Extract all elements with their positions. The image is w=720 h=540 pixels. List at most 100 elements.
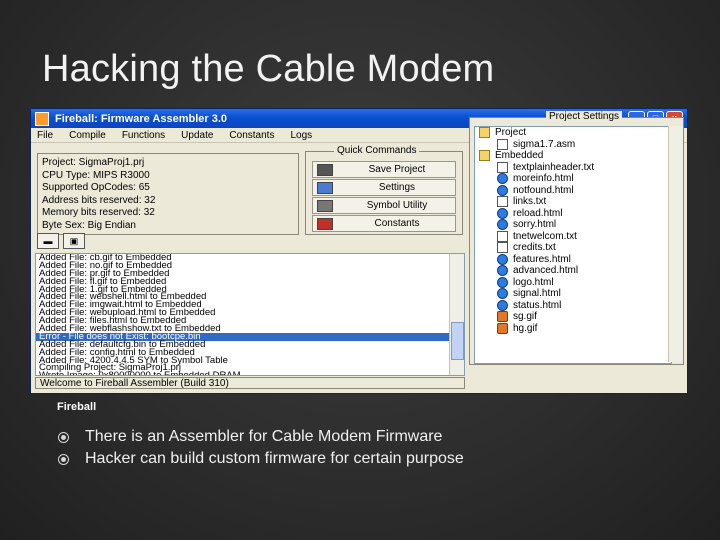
quick-commands-group: Quick Commands Save Project Settings Sym… xyxy=(305,145,463,235)
folder-icon xyxy=(479,150,490,162)
menu-update[interactable]: Update xyxy=(181,130,213,141)
ie-icon xyxy=(497,207,508,219)
tree-item-label: credits.txt xyxy=(513,242,556,254)
symbol-utility-button[interactable]: Symbol Utility xyxy=(312,197,456,214)
log-line[interactable]: Wrote Image: 0x80000000 to Embedded DRAM xyxy=(36,371,464,375)
project-info-line: Project: SigmaProj1.prj xyxy=(42,157,145,168)
tree-item-label: moreinfo.html xyxy=(513,173,574,185)
ie-icon xyxy=(497,184,508,196)
menu-constants[interactable]: Constants xyxy=(229,130,274,141)
tree-item[interactable]: links.txt xyxy=(475,196,671,208)
tree-item[interactable]: sg.gif xyxy=(475,311,671,323)
app-icon xyxy=(35,111,49,126)
menu-functions[interactable]: Functions xyxy=(122,130,165,141)
tree-item[interactable]: tnetwelcom.txt xyxy=(475,230,671,243)
document-icon xyxy=(497,161,508,173)
tree-item[interactable]: textplainheader.txt xyxy=(475,161,671,174)
bullet-text: Hacker can build custom firmware for cer… xyxy=(85,450,464,467)
project-info-line: CPU Type: MIPS R3000 xyxy=(42,169,150,181)
status-bar: Welcome to Fireball Assembler (Build 310… xyxy=(35,377,465,389)
tree-item[interactable]: Embedded xyxy=(475,150,671,162)
image-icon xyxy=(497,322,508,334)
document-icon xyxy=(497,230,508,242)
button-label: Symbol Utility xyxy=(366,200,428,211)
console-icon[interactable]: ▬ xyxy=(37,233,59,249)
tree-item-label: sg.gif xyxy=(513,311,537,323)
ie-icon xyxy=(497,265,508,277)
image-icon xyxy=(497,311,508,323)
tree-item[interactable]: status.html xyxy=(475,299,671,312)
project-info-line: Address bits reserved: 32 xyxy=(42,194,156,206)
settings-button[interactable]: Settings xyxy=(312,179,456,196)
tree-item[interactable]: credits.txt xyxy=(475,242,671,254)
tree-item[interactable]: sorry.html xyxy=(475,219,671,231)
folder-icon xyxy=(479,127,490,139)
project-info-line: Memory bits reserved: 32 xyxy=(42,207,155,218)
log-list[interactable]: Added File: cb.gif to Embedded Added File… xyxy=(35,253,465,376)
document-icon xyxy=(497,242,508,254)
constants-icon xyxy=(317,217,333,230)
log-scroll-thumb[interactable] xyxy=(451,322,464,360)
tree-item-label: Embedded xyxy=(495,150,544,162)
tree-item-label: hg.gif xyxy=(513,322,538,334)
window-icon[interactable]: ▣ xyxy=(63,233,85,249)
tree-item[interactable]: Project xyxy=(475,127,671,139)
tree-item-label: logo.html xyxy=(513,276,554,288)
settings-icon xyxy=(317,181,333,194)
project-info-line: Supported OpCodes: 65 xyxy=(42,182,150,193)
tree-item[interactable]: signal.html xyxy=(475,288,671,300)
button-label: Save Project xyxy=(368,164,426,175)
menu-compile[interactable]: Compile xyxy=(69,130,106,141)
project-info-line: Byte Sex: Big Endian xyxy=(42,219,136,231)
tree-item-label: sorry.html xyxy=(513,219,557,231)
tree-item-label: reload.html xyxy=(513,207,563,219)
bullet-icon xyxy=(58,431,69,443)
constants-button[interactable]: Constants xyxy=(312,215,456,232)
tree-item-label: features.html xyxy=(513,253,571,265)
tree-item-label: sigma1.7.asm xyxy=(513,138,576,150)
ie-icon xyxy=(497,253,508,265)
document-icon xyxy=(497,138,508,150)
bullet-item: There is an Assembler for Cable Modem Fi… xyxy=(58,426,464,448)
tree-item[interactable]: moreinfo.html xyxy=(475,173,671,185)
ie-icon xyxy=(497,276,508,288)
tree-item[interactable]: advanced.html xyxy=(475,265,671,277)
bullet-list: There is an Assembler for Cable Modem Fi… xyxy=(58,426,464,470)
log-toolbar: ▬ ▣ xyxy=(37,233,89,249)
tree-item-label: tnetwelcom.txt xyxy=(513,230,577,242)
tree-item[interactable]: features.html xyxy=(475,253,671,266)
symbol-icon xyxy=(317,199,333,212)
ie-icon xyxy=(497,219,508,231)
menu-file[interactable]: File xyxy=(37,130,53,141)
tree-item[interactable]: hg.gif xyxy=(475,322,671,335)
figure-caption: Fireball xyxy=(57,401,97,413)
quick-commands-title: Quick Commands xyxy=(334,145,420,156)
tree-item-label: advanced.html xyxy=(513,265,579,277)
tree-item-label: status.html xyxy=(513,299,562,311)
fireball-window: Fireball: Firmware Assembler 3.0 _ □ x F… xyxy=(30,108,688,394)
tree-item[interactable]: notfound.html xyxy=(475,184,671,197)
project-settings-title: Project Settings xyxy=(546,111,623,122)
bullet-item: Hacker can build custom firmware for cer… xyxy=(58,448,464,470)
save-project-button[interactable]: Save Project xyxy=(312,161,456,178)
log-scrollbar[interactable] xyxy=(449,254,464,375)
tree-item-label: notfound.html xyxy=(513,184,574,196)
tree-scrollbar[interactable] xyxy=(668,126,683,362)
slide-title: Hacking the Cable Modem xyxy=(42,48,495,90)
document-icon xyxy=(497,196,508,208)
tree-item[interactable]: reload.html xyxy=(475,207,671,220)
tree-item-label: textplainheader.txt xyxy=(513,161,595,173)
tree-item[interactable]: logo.html xyxy=(475,276,671,289)
tree-item[interactable]: sigma1.7.asm xyxy=(475,138,671,151)
menu-logs[interactable]: Logs xyxy=(290,130,312,141)
tree-item-label: Project xyxy=(495,127,527,139)
bullet-text: There is an Assembler for Cable Modem Fi… xyxy=(85,428,443,445)
project-tree[interactable]: Project sigma1.7.asm Embedded textplainhead… xyxy=(474,126,672,364)
tree-item-label: links.txt xyxy=(513,196,547,208)
project-info-panel: Project: SigmaProj1.prj CPU Type: MIPS R… xyxy=(37,153,299,235)
button-label: Settings xyxy=(378,182,416,193)
bullet-icon xyxy=(58,453,69,465)
disk-icon xyxy=(317,163,333,176)
ie-icon xyxy=(497,299,508,311)
tree-item-label: signal.html xyxy=(513,288,561,300)
